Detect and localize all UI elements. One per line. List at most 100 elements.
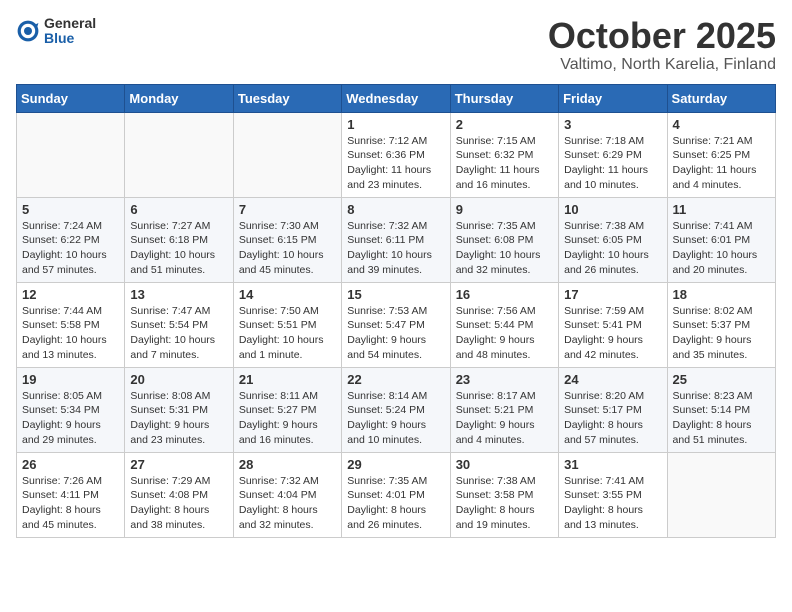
cell-content: Sunrise: 8:11 AM Sunset: 5:27 PM Dayligh… (239, 389, 336, 448)
calendar-cell: 22 Sunrise: 8:14 AM Sunset: 5:24 PM Dayli… (342, 367, 450, 452)
calendar-cell: 24 Sunrise: 8:20 AM Sunset: 5:17 PM Dayli… (559, 367, 667, 452)
day-number: 13 (130, 287, 227, 302)
cell-content: Sunrise: 7:41 AM Sunset: 3:55 PM Dayligh… (564, 474, 661, 533)
calendar-cell: 29Sunrise: 7:35 AM Sunset: 4:01 PM Dayli… (342, 452, 450, 537)
calendar-cell: 13 Sunrise: 7:47 AM Sunset: 5:54 PM Dayli… (125, 282, 233, 367)
week-row-2: 12Sunrise: 7:44 AM Sunset: 5:58 PM Dayli… (17, 282, 776, 367)
cell-content: Sunrise: 7:38 AM Sunset: 6:05 PM Dayligh… (564, 219, 661, 278)
calendar-cell: 28 Sunrise: 7:32 AM Sunset: 4:04 PM Dayli… (233, 452, 341, 537)
cell-content: Sunrise: 7:27 AM Sunset: 6:18 PM Dayligh… (130, 219, 227, 278)
calendar-cell: 12Sunrise: 7:44 AM Sunset: 5:58 PM Dayli… (17, 282, 125, 367)
title-area: October 2025 Valtimo, North Karelia, Fin… (548, 16, 776, 74)
calendar-cell: 2 Sunrise: 7:15 AM Sunset: 6:32 PM Daylig… (450, 112, 558, 197)
cell-content: Sunrise: 7:35 AM Sunset: 6:08 PM Dayligh… (456, 219, 553, 278)
cell-content: Sunrise: 7:21 AM Sunset: 6:25 PM Dayligh… (673, 134, 770, 193)
cell-content: Sunrise: 7:12 AM Sunset: 6:36 PM Dayligh… (347, 134, 444, 193)
day-number: 7 (239, 202, 336, 217)
cell-content: Sunrise: 7:56 AM Sunset: 5:44 PM Dayligh… (456, 304, 553, 363)
day-number: 2 (456, 117, 553, 132)
calendar-cell: 7 Sunrise: 7:30 AM Sunset: 6:15 PM Daylig… (233, 197, 341, 282)
day-number: 17 (564, 287, 661, 302)
header: General Blue October 2025 Valtimo, North… (16, 16, 776, 74)
month-title: October 2025 (548, 16, 776, 56)
day-number: 10 (564, 202, 661, 217)
weekday-header-friday: Friday (559, 84, 667, 112)
cell-content: Sunrise: 7:29 AM Sunset: 4:08 PM Dayligh… (130, 474, 227, 533)
calendar-cell (125, 112, 233, 197)
day-number: 26 (22, 457, 119, 472)
cell-content: Sunrise: 7:38 AM Sunset: 3:58 PM Dayligh… (456, 474, 553, 533)
cell-content: Sunrise: 8:17 AM Sunset: 5:21 PM Dayligh… (456, 389, 553, 448)
calendar-cell: 31 Sunrise: 7:41 AM Sunset: 3:55 PM Dayli… (559, 452, 667, 537)
cell-content: Sunrise: 8:20 AM Sunset: 5:17 PM Dayligh… (564, 389, 661, 448)
calendar-cell: 30 Sunrise: 7:38 AM Sunset: 3:58 PM Dayli… (450, 452, 558, 537)
day-number: 8 (347, 202, 444, 217)
calendar-cell: 14Sunrise: 7:50 AM Sunset: 5:51 PM Dayli… (233, 282, 341, 367)
calendar-cell: 18 Sunrise: 8:02 AM Sunset: 5:37 PM Dayli… (667, 282, 775, 367)
day-number: 23 (456, 372, 553, 387)
cell-content: Sunrise: 7:18 AM Sunset: 6:29 PM Dayligh… (564, 134, 661, 193)
cell-content: Sunrise: 7:32 AM Sunset: 6:11 PM Dayligh… (347, 219, 444, 278)
logo-text: General Blue (44, 16, 96, 47)
calendar-cell (17, 112, 125, 197)
day-number: 30 (456, 457, 553, 472)
calendar-cell: 3 Sunrise: 7:18 AM Sunset: 6:29 PM Daylig… (559, 112, 667, 197)
logo-icon (16, 19, 40, 43)
calendar-cell: 4Sunrise: 7:21 AM Sunset: 6:25 PM Daylig… (667, 112, 775, 197)
calendar-cell: 6Sunrise: 7:27 AM Sunset: 6:18 PM Daylig… (125, 197, 233, 282)
cell-content: Sunrise: 7:24 AM Sunset: 6:22 PM Dayligh… (22, 219, 119, 278)
weekday-header-monday: Monday (125, 84, 233, 112)
cell-content: Sunrise: 7:15 AM Sunset: 6:32 PM Dayligh… (456, 134, 553, 193)
calendar-cell: 23 Sunrise: 8:17 AM Sunset: 5:21 PM Dayli… (450, 367, 558, 452)
weekday-header-thursday: Thursday (450, 84, 558, 112)
day-number: 29 (347, 457, 444, 472)
week-row-1: 5 Sunrise: 7:24 AM Sunset: 6:22 PM Daylig… (17, 197, 776, 282)
day-number: 16 (456, 287, 553, 302)
weekday-header-sunday: Sunday (17, 84, 125, 112)
cell-content: Sunrise: 7:59 AM Sunset: 5:41 PM Dayligh… (564, 304, 661, 363)
cell-content: Sunrise: 8:23 AM Sunset: 5:14 PM Dayligh… (673, 389, 770, 448)
cell-content: Sunrise: 7:30 AM Sunset: 6:15 PM Dayligh… (239, 219, 336, 278)
cell-content: Sunrise: 8:14 AM Sunset: 5:24 PM Dayligh… (347, 389, 444, 448)
calendar-cell (667, 452, 775, 537)
weekday-header-wednesday: Wednesday (342, 84, 450, 112)
calendar-cell: 19Sunrise: 8:05 AM Sunset: 5:34 PM Dayli… (17, 367, 125, 452)
weekday-header-tuesday: Tuesday (233, 84, 341, 112)
logo-general: General (44, 16, 96, 31)
day-number: 25 (673, 372, 770, 387)
day-number: 28 (239, 457, 336, 472)
calendar-cell: 27 Sunrise: 7:29 AM Sunset: 4:08 PM Dayli… (125, 452, 233, 537)
day-number: 21 (239, 372, 336, 387)
day-number: 22 (347, 372, 444, 387)
cell-content: Sunrise: 7:53 AM Sunset: 5:47 PM Dayligh… (347, 304, 444, 363)
cell-content: Sunrise: 7:26 AM Sunset: 4:11 PM Dayligh… (22, 474, 119, 533)
cell-content: Sunrise: 7:32 AM Sunset: 4:04 PM Dayligh… (239, 474, 336, 533)
day-number: 27 (130, 457, 227, 472)
calendar-cell: 5 Sunrise: 7:24 AM Sunset: 6:22 PM Daylig… (17, 197, 125, 282)
day-number: 15 (347, 287, 444, 302)
cell-content: Sunrise: 8:02 AM Sunset: 5:37 PM Dayligh… (673, 304, 770, 363)
day-number: 18 (673, 287, 770, 302)
calendar-cell: 15 Sunrise: 7:53 AM Sunset: 5:47 PM Dayli… (342, 282, 450, 367)
cell-content: Sunrise: 7:47 AM Sunset: 5:54 PM Dayligh… (130, 304, 227, 363)
location-title: Valtimo, North Karelia, Finland (548, 56, 776, 74)
day-number: 20 (130, 372, 227, 387)
logo-blue: Blue (44, 31, 96, 46)
weekday-header-row: SundayMondayTuesdayWednesdayThursdayFrid… (17, 84, 776, 112)
cell-content: Sunrise: 7:44 AM Sunset: 5:58 PM Dayligh… (22, 304, 119, 363)
calendar-cell (233, 112, 341, 197)
calendar-table: SundayMondayTuesdayWednesdayThursdayFrid… (16, 84, 776, 538)
day-number: 5 (22, 202, 119, 217)
calendar-cell: 17 Sunrise: 7:59 AM Sunset: 5:41 PM Dayli… (559, 282, 667, 367)
calendar-cell: 9Sunrise: 7:35 AM Sunset: 6:08 PM Daylig… (450, 197, 558, 282)
weekday-header-saturday: Saturday (667, 84, 775, 112)
day-number: 24 (564, 372, 661, 387)
calendar-cell: 21 Sunrise: 8:11 AM Sunset: 5:27 PM Dayli… (233, 367, 341, 452)
week-row-3: 19Sunrise: 8:05 AM Sunset: 5:34 PM Dayli… (17, 367, 776, 452)
cell-content: Sunrise: 8:08 AM Sunset: 5:31 PM Dayligh… (130, 389, 227, 448)
day-number: 14 (239, 287, 336, 302)
day-number: 11 (673, 202, 770, 217)
cell-content: Sunrise: 7:41 AM Sunset: 6:01 PM Dayligh… (673, 219, 770, 278)
day-number: 31 (564, 457, 661, 472)
day-number: 3 (564, 117, 661, 132)
